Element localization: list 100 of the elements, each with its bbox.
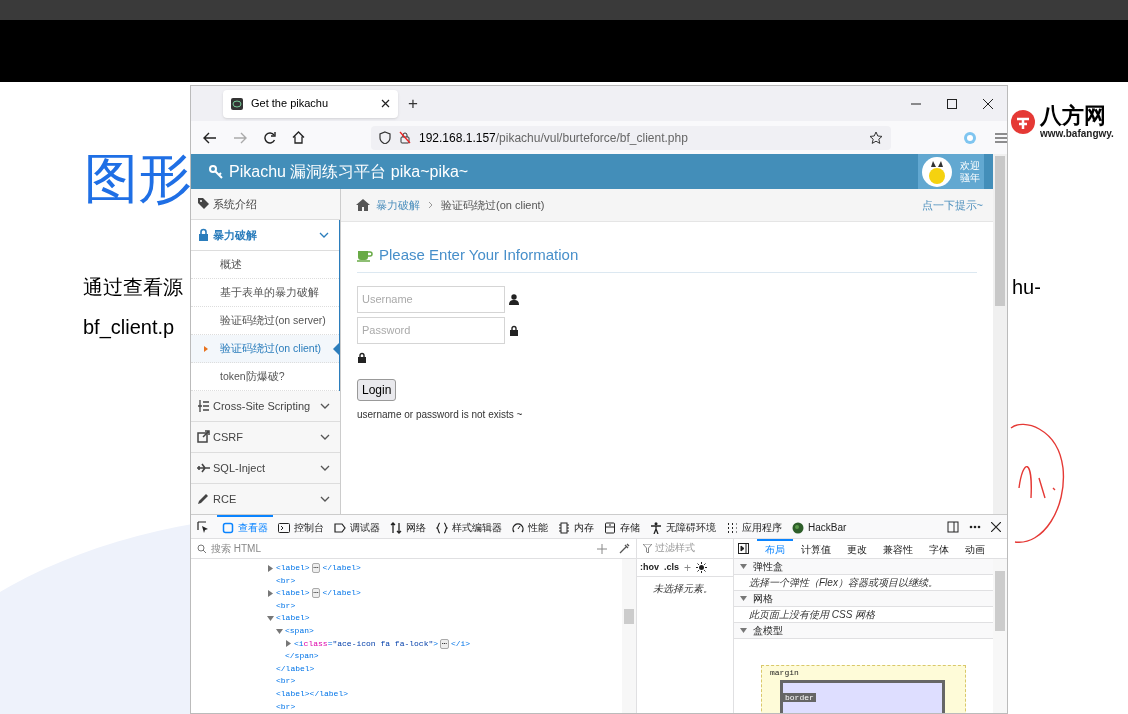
- layout-tab[interactable]: 计算值: [793, 539, 839, 559]
- share-icon: [197, 430, 210, 444]
- code-line[interactable]: <br>: [191, 599, 622, 613]
- chevron-down-icon: [319, 232, 329, 238]
- site-title: Pikachu 漏洞练习平台 pika~pika~: [229, 161, 469, 182]
- add-rule-button[interactable]: +: [684, 561, 692, 574]
- sidebar-toggle-icon[interactable]: [738, 543, 749, 554]
- slide-text: bf_client.p: [83, 315, 175, 340]
- code-line[interactable]: <br>: [191, 574, 622, 588]
- devtools-tab[interactable]: 控制台: [273, 515, 329, 539]
- scrollbar[interactable]: [622, 559, 636, 713]
- layout-tab[interactable]: 动画: [957, 539, 993, 559]
- devtools-tab[interactable]: HackBar: [787, 515, 852, 539]
- devtools-tab[interactable]: 存储: [599, 515, 645, 539]
- close-icon[interactable]: [983, 98, 993, 109]
- inspector-icon: [222, 521, 234, 534]
- grid-icon: [726, 521, 738, 534]
- login-button[interactable]: Login: [357, 378, 397, 401]
- slide-text: 通过查看源: [83, 275, 183, 300]
- reload-icon[interactable]: [263, 131, 276, 144]
- scrollbar[interactable]: [993, 559, 1007, 713]
- section-header[interactable]: 网格: [734, 591, 993, 607]
- breadcrumb-current: 验证码绕过(on client): [441, 197, 545, 213]
- caret-icon: [204, 346, 208, 352]
- welcome-text: 欢迎: [960, 159, 980, 172]
- devtools-tab[interactable]: 调试器: [329, 515, 385, 539]
- code-line[interactable]: <label>: [191, 612, 622, 625]
- network-icon: [390, 521, 402, 534]
- new-tab-button[interactable]: +: [408, 90, 418, 117]
- console-icon: [278, 521, 290, 534]
- devtools-tab[interactable]: 样式编辑器: [431, 515, 507, 539]
- light-mode-icon[interactable]: [696, 562, 708, 573]
- expanded-triangle-icon[interactable]: [267, 615, 274, 623]
- lock-icon: [197, 228, 210, 242]
- devtools-tab[interactable]: 无障碍环境: [645, 515, 721, 539]
- sidebar-item[interactable]: SQL-Inject: [191, 453, 340, 484]
- hackbar-icon: [792, 521, 804, 534]
- address-bar[interactable]: 192.168.1.157/pikachu/vul/burteforce/bf_client.php: [371, 125, 891, 150]
- back-arrow-icon[interactable]: [203, 131, 217, 144]
- logo-icon: [1010, 108, 1036, 135]
- devtools-tab[interactable]: 网络: [385, 515, 431, 539]
- star-icon[interactable]: [869, 131, 883, 144]
- sidebar-subitem[interactable]: 验证码绕过(on client): [191, 335, 339, 363]
- menu-icon[interactable]: [995, 132, 1007, 143]
- code-line[interactable]: <label> ⋯ </label>: [191, 587, 622, 600]
- filter-field[interactable]: 过滤样式: [655, 541, 725, 556]
- browser-tab[interactable]: Get the pikachu: [223, 89, 398, 118]
- sidebar-item[interactable]: Cross-Site Scripting: [191, 391, 340, 422]
- user-icon: [509, 293, 519, 305]
- code-line[interactable]: <label> ⋯ </label>: [191, 562, 622, 575]
- collapsed-badge[interactable]: ⋯: [440, 638, 449, 649]
- collapsed-triangle-icon[interactable]: [267, 564, 274, 572]
- expanded-triangle-icon: [740, 564, 747, 569]
- layout-tab[interactable]: 兼容性: [875, 539, 921, 559]
- gauge-icon: [512, 521, 524, 534]
- welcome-text: 骚年: [960, 171, 980, 184]
- hov-toggle[interactable]: :hov: [640, 560, 659, 575]
- home-icon[interactable]: [356, 199, 370, 211]
- sidebar-item[interactable]: 系统介绍: [191, 189, 340, 220]
- element-picker-icon[interactable]: [197, 520, 209, 533]
- sidebar-item[interactable]: RCE: [191, 484, 340, 514]
- code-line[interactable]: <iclass="ace-icon fa fa-lock"> ⋯ </i>: [191, 637, 622, 651]
- avatar-icon: [922, 156, 952, 187]
- layout-tab[interactable]: 字体: [921, 539, 957, 559]
- sidebar-item[interactable]: CSRF: [191, 422, 340, 453]
- layout-tab[interactable]: 更改: [839, 539, 875, 559]
- devtools-tab[interactable]: 应用程序: [721, 515, 787, 539]
- maximize-icon[interactable]: [947, 98, 957, 109]
- logo-url: www.bafangwy.: [1040, 128, 1114, 139]
- close-icon[interactable]: [991, 521, 1001, 532]
- section-header[interactable]: 盒模型: [734, 623, 993, 639]
- more-icon[interactable]: [969, 524, 981, 529]
- code-line[interactable]: <br>: [191, 675, 622, 688]
- dock-icon[interactable]: [947, 520, 959, 533]
- scrollbar[interactable]: [993, 154, 1007, 514]
- plane-icon: [197, 461, 210, 475]
- devtools-tab[interactable]: 内存: [553, 515, 599, 539]
- collapsed-triangle-icon[interactable]: [285, 640, 292, 648]
- devtools-tab[interactable]: 性能: [507, 515, 553, 539]
- form-heading: Please Enter Your Information: [379, 245, 579, 265]
- storage-icon: [604, 521, 616, 534]
- devtools-tab[interactable]: 查看器: [217, 515, 273, 539]
- code-line[interactable]: <br>: [191, 700, 622, 713]
- code-line[interactable]: <label></label>: [191, 687, 622, 701]
- collapsed-badge[interactable]: ⋯: [311, 588, 321, 599]
- input-field[interactable]: Username: [357, 285, 505, 313]
- section-header[interactable]: 弹性盒: [734, 559, 993, 575]
- chevron-right-icon: [428, 201, 433, 209]
- search-field[interactable]: 搜索 HTML: [211, 541, 579, 556]
- home-icon[interactable]: [292, 131, 305, 144]
- cls-toggle[interactable]: .cls: [664, 560, 679, 575]
- collapsed-badge[interactable]: ⋯: [311, 563, 321, 574]
- close-icon[interactable]: [381, 99, 390, 108]
- box-model-label: margin: [770, 668, 800, 678]
- code-line[interactable]: <span>: [191, 624, 622, 638]
- eyedropper-icon[interactable]: [619, 543, 630, 554]
- lock-icon: [509, 324, 519, 336]
- input-field[interactable]: Password: [357, 316, 505, 344]
- collapsed-triangle-icon[interactable]: [267, 590, 274, 597]
- expanded-triangle-icon[interactable]: [276, 627, 283, 635]
